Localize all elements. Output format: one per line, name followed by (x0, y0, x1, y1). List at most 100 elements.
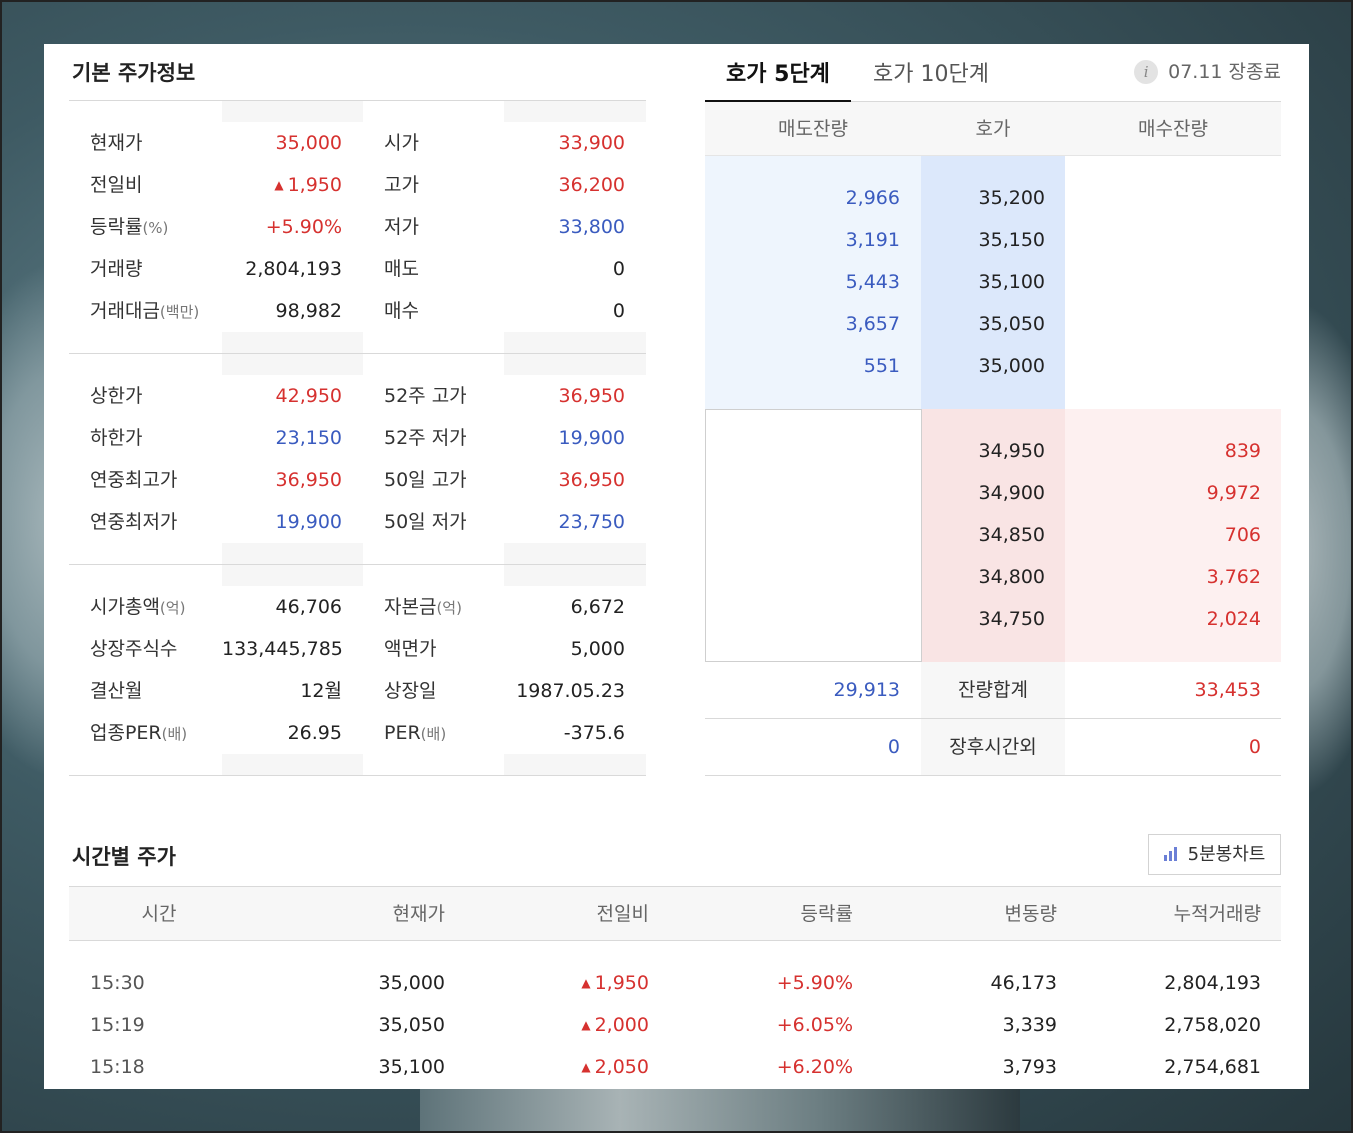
bid-price: 34,750 (978, 608, 1045, 630)
info-label: 상한가 (90, 385, 143, 407)
info-value: 36,200 (504, 164, 646, 206)
bar-chart-icon (1163, 847, 1180, 861)
info-label: 자본금(억) (384, 596, 462, 618)
ask-price: 35,050 (978, 313, 1045, 335)
timeprice-header: 시간 현재가 전일비 등락률 변동량 누적거래량 (69, 886, 1281, 941)
header-sell-qty: 매도잔량 (778, 118, 848, 140)
header-price: 호가 (975, 118, 1011, 140)
info-label: 저가 (384, 216, 419, 238)
info-label: 등락률(%) (90, 216, 169, 238)
info-value: ▲ 1,950 (222, 164, 363, 206)
info-label: 시가총액(억) (90, 596, 186, 618)
info-label: 전일비 (90, 174, 143, 196)
tab-orderbook-10[interactable]: 호가 10단계 (873, 56, 989, 88)
ask-qty: 5,443 (845, 271, 900, 293)
row-cumulative: 2,754,681 (1164, 1056, 1261, 1078)
total-label: 잔량합계 (921, 662, 1065, 718)
market-status-text: 07.11 장종료 (1168, 61, 1281, 83)
info-value: 36,950 (222, 459, 363, 501)
info-value: 6,672 (504, 586, 646, 628)
bid-row: 34,950 839 (705, 430, 1281, 472)
row-volume: 3,793 (1002, 1056, 1057, 1078)
row-rate: +6.05% (776, 1014, 853, 1036)
ask-price: 35,200 (978, 187, 1045, 209)
row-price: 35,000 (378, 972, 445, 994)
row-rate: +5.90% (776, 972, 853, 994)
col-cumulative: 누적거래량 (1173, 903, 1261, 925)
info-value: 0 (504, 248, 646, 290)
row-change: ▲ 2,050 (581, 1056, 649, 1078)
info-value: 2,804,193 (222, 248, 363, 290)
stock-info-panel: 기본 주가정보 현재가 35,000 시가 33,900 전일비 ▲ 1,950 고가 36,2… (44, 44, 1309, 1089)
info-label: 고가 (384, 174, 419, 196)
bid-price: 34,850 (978, 524, 1045, 546)
bid-qty: 2,024 (1206, 608, 1261, 630)
ask-qty: 551 (863, 355, 900, 377)
orderbook-body: 2,966 35,200 3,191 35,150 5,443 35,100 3,657 35… (705, 156, 1281, 662)
info-label: 52주 저가 (384, 427, 467, 449)
timeprice-table: 시간 현재가 전일비 등락률 변동량 누적거래량 15:30 35,000 ▲ 1,9… (69, 886, 1281, 1088)
col-rate: 등락률 (800, 903, 853, 925)
info-value: -375.6 (504, 712, 646, 754)
total-sell-qty: 29,913 (833, 679, 900, 701)
orderbook-afterhours-row: 0 장후시간외 0 (705, 719, 1281, 776)
info-label: 현재가 (90, 132, 143, 154)
bid-qty: 3,762 (1206, 566, 1261, 588)
col-volume: 변동량 (1004, 903, 1057, 925)
info-label: 결산월 (90, 680, 143, 702)
info-label: 52주 고가 (384, 385, 467, 407)
ask-qty: 3,191 (845, 229, 900, 251)
ask-price: 35,100 (978, 271, 1045, 293)
ask-row: 5,443 35,100 (705, 261, 1281, 303)
row-change: ▲ 2,000 (581, 1014, 649, 1036)
basic-info-table: 현재가 35,000 시가 33,900 전일비 ▲ 1,950 고가 36,200 등락률(%)… (69, 100, 646, 776)
info-label: PER(배) (384, 722, 447, 744)
info-value: 12월 (222, 670, 363, 712)
up-arrow-icon: ▲ (581, 1060, 591, 1074)
row-time: 15:30 (90, 972, 145, 994)
ask-row: 2,966 35,200 (705, 177, 1281, 219)
bid-price: 34,800 (978, 566, 1045, 588)
row-change: ▲ 1,950 (581, 972, 649, 994)
orderbook-header: 매도잔량 호가 매수잔량 (705, 102, 1281, 156)
info-value: 23,150 (222, 417, 363, 459)
info-label: 50일 고가 (384, 469, 467, 491)
header-buy-qty: 매수잔량 (1138, 118, 1208, 140)
info-value: 0 (504, 290, 646, 332)
bid-row: 34,850 706 (705, 514, 1281, 556)
info-value: 36,950 (504, 459, 646, 501)
info-value: 98,982 (222, 290, 363, 332)
row-cumulative: 2,804,193 (1164, 972, 1261, 994)
row-cumulative: 2,758,020 (1164, 1014, 1261, 1036)
info-value: +5.90% (222, 206, 363, 248)
five-minute-chart-button[interactable]: 5분봉차트 (1148, 834, 1281, 875)
ask-row: 3,657 35,050 (705, 303, 1281, 345)
info-icon[interactable]: i (1134, 60, 1159, 84)
info-label: 하한가 (90, 427, 143, 449)
info-label: 매도 (384, 258, 419, 280)
orderbook-tabs: 호가 5단계 호가 10단계 i 07.11 장종료 (705, 44, 1281, 102)
up-arrow-icon: ▲ (581, 976, 591, 990)
info-value: 23,750 (504, 501, 646, 543)
ask-row: 551 35,000 (705, 345, 1281, 387)
row-volume: 3,339 (1002, 1014, 1057, 1036)
info-label: 상장주식수 (90, 638, 178, 660)
info-value: 33,800 (504, 206, 646, 248)
row-price: 35,050 (378, 1014, 445, 1036)
col-change: 전일비 (596, 903, 649, 925)
afterhours-buy-qty: 0 (1248, 736, 1261, 758)
afterhours-label: 장후시간외 (921, 719, 1065, 775)
orderbook-table: 매도잔량 호가 매수잔량 2,966 35,200 3,191 35,150 5,443… (705, 102, 1281, 776)
bid-row: 34,800 3,762 (705, 556, 1281, 598)
bid-row: 34,750 2,024 (705, 598, 1281, 640)
info-value: 133,445,785 (222, 628, 363, 670)
timeprice-title: 시간별 주가 (72, 845, 176, 869)
info-label: 상장일 (384, 680, 437, 702)
table-row: 15:19 35,050 ▲ 2,000 +6.05% 3,339 2,758,020 (69, 1004, 1281, 1046)
info-label: 거래대금(백만) (90, 300, 200, 322)
tab-orderbook-5[interactable]: 호가 5단계 (726, 56, 830, 88)
col-time: 시간 (141, 903, 177, 925)
info-block-limits: 상한가 42,950 52주 고가 36,950 하한가 23,150 52주 저가 19,9… (69, 354, 646, 565)
five-minute-chart-label: 5분봉차트 (1187, 844, 1266, 865)
info-block-price: 현재가 35,000 시가 33,900 전일비 ▲ 1,950 고가 36,200 등락률(%)… (69, 101, 646, 354)
